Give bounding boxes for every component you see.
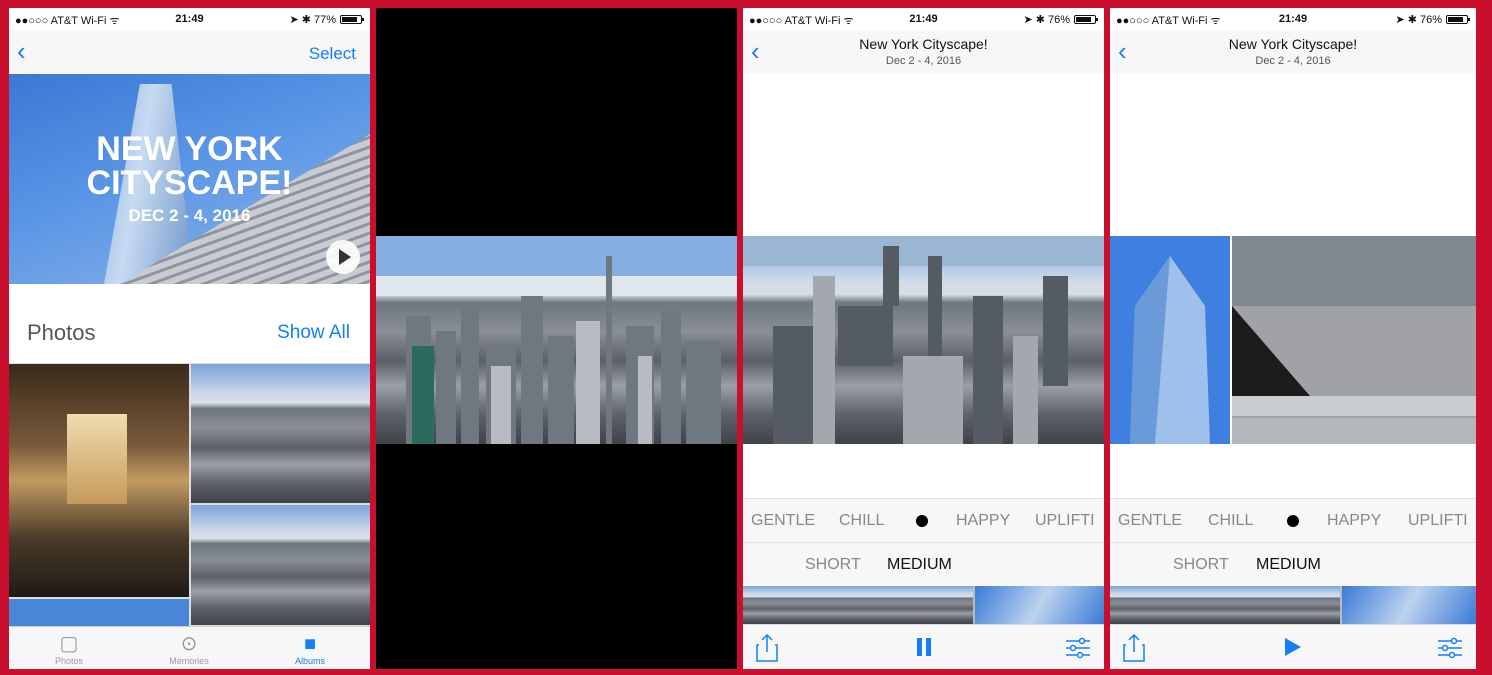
tab-label: Photos bbox=[54, 656, 84, 666]
photos-section-header: Photos Show All bbox=[9, 284, 370, 364]
split-photo-svg bbox=[1110, 236, 1476, 444]
length-medium[interactable]: MEDIUM bbox=[1256, 556, 1321, 574]
pause-icon[interactable] bbox=[915, 638, 933, 661]
filmstrip[interactable] bbox=[743, 586, 1104, 624]
battery-percent: ➤ ✱ 76% bbox=[1395, 14, 1442, 26]
mood-chill[interactable]: CHILL bbox=[839, 512, 884, 530]
fullscreen-skyline-photo bbox=[376, 236, 737, 444]
status-bar: ●●○○○ AT&T Wi-Fi ᯤ 21:49 ➤ ✱ 77% bbox=[9, 8, 370, 30]
memories-icon: ⊙ bbox=[180, 633, 198, 655]
albums-icon: ■ bbox=[303, 633, 317, 655]
mood-uplifting[interactable]: UPLIFTI bbox=[1035, 512, 1095, 530]
sliders-icon[interactable] bbox=[1438, 637, 1462, 659]
play-circle-icon[interactable] bbox=[326, 240, 360, 274]
tab-photos[interactable]: ▢ Photos bbox=[9, 627, 129, 669]
tab-label: Memories bbox=[169, 656, 209, 666]
memory-editor-screen-paused: ●●○○○ AT&T Wi-Fi ᯤ 21:49 ➤ ✱ 76% ‹ New Y… bbox=[743, 8, 1104, 669]
memory-title: New York Cityscape! bbox=[859, 36, 988, 52]
skyline-svg bbox=[376, 236, 737, 444]
nav-bar: ‹ New York Cityscape! Dec 2 - 4, 2016 bbox=[743, 30, 1104, 74]
battery-icon bbox=[340, 15, 364, 24]
aerial-svg bbox=[743, 236, 1104, 444]
mood-picker: GENTLE CHILL HAPPY UPLIFTI bbox=[1110, 498, 1476, 542]
memory-hero-image[interactable]: NEW YORK CITYSCAPE! DEC 2 - 4, 2016 bbox=[9, 74, 370, 284]
length-short[interactable]: SHORT bbox=[1173, 556, 1229, 574]
filmstrip-frame bbox=[863, 586, 973, 624]
mood-gentle[interactable]: GENTLE bbox=[1118, 512, 1182, 530]
mood-selected-dot-icon[interactable] bbox=[1287, 515, 1299, 527]
screenshot-frame: ●●○○○ AT&T Wi-Fi ᯤ 21:49 ➤ ✱ 77% ‹ Selec… bbox=[0, 0, 1492, 675]
mood-selected-dot-icon[interactable] bbox=[916, 515, 928, 527]
status-bar: ●●○○○ AT&T Wi-Fi ᯤ 21:49 ➤ ✱ 76% bbox=[1110, 8, 1476, 30]
photo-grid bbox=[9, 364, 370, 626]
mood-happy[interactable]: HAPPY bbox=[956, 512, 1010, 530]
memory-playback-screen[interactable] bbox=[376, 8, 737, 669]
photo-thumbnail-sky[interactable] bbox=[9, 599, 189, 626]
length-picker: SHORT MEDIUM bbox=[743, 542, 1104, 586]
battery-icon bbox=[1446, 15, 1470, 24]
mood-happy[interactable]: HAPPY bbox=[1327, 512, 1381, 530]
memory-title: New York Cityscape! bbox=[1228, 36, 1358, 52]
length-medium[interactable]: MEDIUM bbox=[887, 556, 952, 574]
memories-album-screen: ●●○○○ AT&T Wi-Fi ᯤ 21:49 ➤ ✱ 77% ‹ Selec… bbox=[9, 8, 370, 669]
mood-gentle[interactable]: GENTLE bbox=[751, 512, 815, 530]
memory-preview-photo[interactable] bbox=[743, 236, 1104, 444]
memory-date: DEC 2 - 4, 2016 bbox=[128, 206, 251, 225]
memory-preview-photo[interactable] bbox=[1110, 236, 1476, 444]
photos-icon: ▢ bbox=[59, 633, 79, 655]
memory-title: NEW YORK CITYSCAPE! bbox=[86, 130, 293, 202]
tab-label: Albums bbox=[294, 656, 325, 666]
tab-bar: ▢ Photos ⊙ Memories ■ Albums bbox=[9, 626, 370, 669]
filmstrip[interactable] bbox=[1110, 586, 1476, 624]
share-icon[interactable] bbox=[755, 633, 779, 663]
memory-editor-screen: ●●○○○ AT&T Wi-Fi ᯤ 21:49 ➤ ✱ 76% ‹ New Y… bbox=[1110, 8, 1476, 669]
mood-picker: GENTLE CHILL HAPPY UPLIFTI bbox=[743, 498, 1104, 542]
show-all-link[interactable]: Show All bbox=[277, 322, 350, 344]
filmstrip-frame bbox=[1342, 586, 1476, 624]
tab-albums[interactable]: ■ Albums bbox=[250, 627, 370, 669]
filmstrip-frame bbox=[743, 586, 863, 624]
filmstrip-frame bbox=[975, 586, 1104, 624]
select-button[interactable]: Select bbox=[309, 44, 356, 64]
playback-toolbar bbox=[1110, 624, 1476, 669]
battery-percent: ➤ ✱ 76% bbox=[1023, 14, 1070, 26]
mood-chill[interactable]: CHILL bbox=[1208, 512, 1253, 530]
battery-percent: ➤ ✱ 77% bbox=[289, 14, 336, 26]
photo-thumbnail-lobby[interactable] bbox=[9, 364, 189, 597]
mood-uplifting[interactable]: UPLIFTI bbox=[1408, 512, 1468, 530]
nav-bar: ‹ New York Cityscape! Dec 2 - 4, 2016 bbox=[1110, 30, 1476, 74]
sliders-icon[interactable] bbox=[1066, 637, 1090, 659]
length-picker: SHORT MEDIUM bbox=[1110, 542, 1476, 586]
filmstrip-frame bbox=[1110, 586, 1230, 624]
filmstrip-frame bbox=[1230, 586, 1340, 624]
status-bar: ●●○○○ AT&T Wi-Fi ᯤ 21:49 ➤ ✱ 76% bbox=[743, 8, 1104, 30]
memory-date-range: Dec 2 - 4, 2016 bbox=[885, 55, 962, 67]
photo-thumbnail-aerial[interactable] bbox=[191, 505, 370, 625]
memory-date-range: Dec 2 - 4, 2016 bbox=[1255, 55, 1331, 67]
photo-thumbnail-skyline[interactable] bbox=[191, 364, 370, 503]
tab-memories[interactable]: ⊙ Memories bbox=[129, 627, 249, 669]
share-icon[interactable] bbox=[1122, 633, 1146, 663]
nav-bar: ‹ Select bbox=[9, 30, 370, 74]
photos-section-label: Photos bbox=[27, 320, 96, 345]
back-chevron-icon[interactable]: ‹ bbox=[17, 38, 26, 64]
length-short[interactable]: SHORT bbox=[805, 556, 861, 574]
playback-toolbar bbox=[743, 624, 1104, 669]
battery-icon bbox=[1074, 15, 1098, 24]
play-icon[interactable] bbox=[1285, 638, 1301, 656]
